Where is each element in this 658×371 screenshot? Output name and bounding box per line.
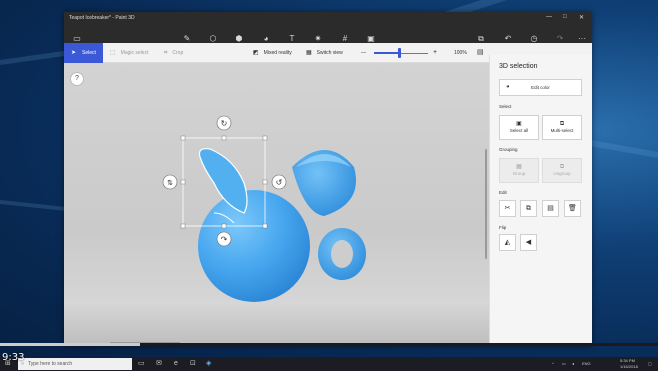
select-all-icon: ▣: [516, 121, 522, 127]
select-button[interactable]: ➤ Select: [64, 43, 103, 63]
flip-horizontal-button[interactable]: ◭: [499, 234, 516, 251]
switch-view-label: Switch view: [316, 50, 343, 56]
volume-icon[interactable]: ◂: [572, 361, 574, 366]
taskbar: ⊞ ○ Type here to search ▭ ✉ e ⊡ ◈ ^ ▭ ◂ …: [0, 357, 658, 371]
magic-select-icon: ⬚: [110, 50, 116, 56]
rotate-top-handle[interactable]: ↻: [216, 115, 232, 131]
store-icon[interactable]: ⊡: [190, 360, 196, 368]
switch-view-icon: ▦: [306, 50, 312, 56]
select-all-button[interactable]: ▣ Select all: [499, 115, 539, 140]
rotate-right-handle[interactable]: ↺: [271, 174, 287, 190]
magic-select-button[interactable]: ⬚ Magic select: [110, 43, 148, 63]
flip-vertical-icon: ◀: [525, 239, 532, 246]
ungroup-label: Ungroup: [553, 171, 571, 176]
cursor-icon: ➤: [71, 50, 77, 56]
group-label: Group: [512, 171, 526, 176]
flip-section-label: Flip: [499, 225, 507, 230]
copy-icon: ⧉: [526, 205, 531, 212]
minimize-button[interactable]: —: [546, 14, 552, 20]
multiselect-icon: ⧉: [559, 121, 565, 127]
maximize-button[interactable]: □: [563, 14, 567, 20]
svg-text:↺: ↺: [276, 178, 283, 187]
paint3d-taskbar-icon[interactable]: ◈: [206, 360, 211, 368]
teapot-body[interactable]: [198, 190, 310, 302]
svg-text:↻: ↻: [221, 119, 228, 128]
rotate-bottom-handle[interactable]: ↷: [216, 231, 232, 247]
side-panel: 3D selection ◕ Edit color Select ▣ Selec…: [489, 55, 592, 346]
svg-text:⇅: ⇅: [167, 179, 173, 187]
title-bar: Teapot Icebreaker* - Paint 3D — □ ✕: [64, 12, 592, 24]
select-all-label: Select all: [509, 128, 529, 133]
teapot-scene[interactable]: ↻ ⇅ ↺ ↷: [64, 63, 489, 346]
magic-select-label: Magic select: [120, 50, 149, 56]
vertical-scrollbar[interactable]: [485, 149, 487, 259]
clock-date[interactable]: 1/16/2018: [620, 364, 638, 369]
edit-color-label: Edit color: [531, 85, 550, 90]
zoom-value: 100%: [454, 50, 467, 56]
video-timestamp: 9:33: [2, 352, 25, 363]
zoom-in-button[interactable]: +: [433, 43, 437, 63]
task-view-icon[interactable]: ▭: [138, 360, 145, 368]
edit-color-button[interactable]: ◕ Edit color: [499, 79, 582, 96]
zoom-slider-fill: [374, 52, 400, 54]
clock-time[interactable]: 5:34 PM: [620, 358, 635, 363]
crop-label: Crop: [172, 50, 184, 56]
mixed-reality-icon: ◩: [253, 50, 259, 56]
paste-button[interactable]: ▤: [542, 200, 559, 217]
paint3d-window: Teapot Icebreaker* - Paint 3D — □ ✕ ▭ ✎ …: [64, 12, 592, 346]
svg-text:↷: ↷: [221, 235, 228, 244]
taskbar-search[interactable]: ○ Type here to search: [18, 358, 132, 370]
ungroup-icon: ⧉: [559, 164, 565, 170]
canvas-area[interactable]: ? ↻ ⇅ ↺ ↷: [64, 63, 489, 346]
select-label: Select: [82, 50, 96, 56]
zoom-out-button[interactable]: —: [361, 43, 366, 63]
network-icon[interactable]: ▭: [562, 361, 566, 366]
group-icon: ▦: [516, 164, 522, 170]
group-button[interactable]: ▦ Group: [499, 158, 539, 183]
language-indicator[interactable]: ENG: [582, 361, 591, 366]
multiselect-button[interactable]: ⧉ Multi-select: [542, 115, 582, 140]
mixed-reality-button[interactable]: ◩ Mixed reality: [253, 43, 292, 63]
clipboard-icon: ▤: [547, 205, 554, 212]
panel-toggle-icon[interactable]: ▤: [477, 43, 484, 63]
notifications-icon[interactable]: ▢: [648, 361, 652, 366]
select-section-label: Select: [499, 104, 512, 109]
switch-view-button[interactable]: ▦ Switch view: [306, 43, 343, 63]
cut-button[interactable]: ✂: [499, 200, 516, 217]
panel-title: 3D selection: [499, 63, 538, 70]
close-button[interactable]: ✕: [579, 14, 584, 21]
crop-icon: ⌗: [164, 50, 168, 56]
search-placeholder: Type here to search: [28, 361, 73, 367]
video-progress: [0, 343, 140, 346]
copy-button[interactable]: ⧉: [520, 200, 537, 217]
multiselect-label: Multi-select: [550, 128, 574, 133]
flip-horizontal-icon: ◭: [504, 239, 511, 246]
trash-icon: 🗑: [568, 205, 577, 212]
delete-button[interactable]: 🗑: [564, 200, 581, 217]
crop-button[interactable]: ⌗ Crop: [164, 43, 183, 63]
zoom-slider-thumb[interactable]: [398, 48, 402, 58]
grouping-section-label: Grouping: [499, 147, 518, 152]
rotate-left-handle[interactable]: ⇅: [162, 174, 178, 190]
palette-icon: ◕: [506, 84, 510, 90]
window-title: Teapot Icebreaker* - Paint 3D: [69, 15, 135, 21]
tray-chevron-icon[interactable]: ^: [552, 361, 554, 366]
teapot-handle-hole: [331, 240, 353, 268]
edge-icon[interactable]: e: [174, 360, 178, 368]
flip-vertical-button[interactable]: ◀: [520, 234, 537, 251]
edit-section-label: Edit: [499, 190, 507, 195]
scissors-icon: ✂: [504, 205, 511, 212]
mail-icon[interactable]: ✉: [156, 360, 162, 368]
ungroup-button[interactable]: ⧉ Ungroup: [542, 158, 582, 183]
mixed-reality-label: Mixed reality: [263, 50, 292, 56]
